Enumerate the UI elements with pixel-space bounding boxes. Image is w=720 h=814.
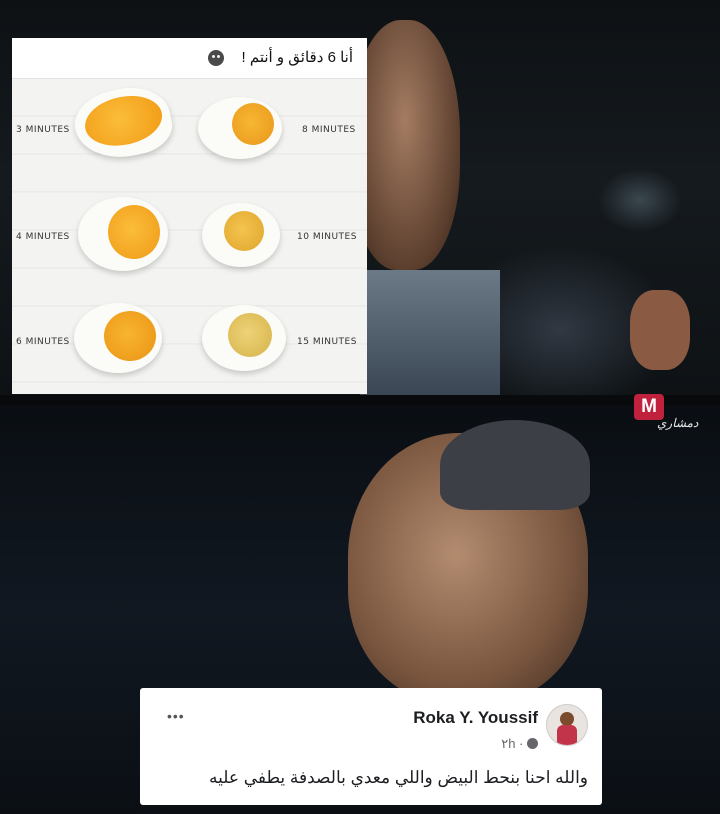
meme-image: M دمشاري أنا 6 دقائق و أنتم ! 3 MINUTES …: [0, 0, 720, 814]
yolk-8min: [232, 103, 274, 145]
comment-author[interactable]: Roka Y. Youssif: [413, 708, 538, 728]
egg-board: 3 MINUTES 8 MINUTES 4 MINUTES 10 MINUTES…: [12, 79, 367, 394]
actor-hand-top: [630, 290, 690, 370]
face-emoji-icon: [208, 50, 224, 66]
time-label-15: 15 MINUTES: [297, 337, 357, 347]
egg-10min: [202, 203, 280, 267]
comment-text: والله احنا بنحط البيض واللي معدي بالصدفة…: [208, 768, 588, 787]
yolk-3min: [80, 89, 167, 153]
egg-chart-post: أنا 6 دقائق و أنتم ! 3 MINUTES 8 MINUTES…: [12, 38, 367, 394]
time-label-3: 3 MINUTES: [16, 125, 70, 135]
logo-letter: M: [641, 396, 657, 417]
meta-separator: ·: [519, 736, 527, 751]
egg-6min: [74, 303, 162, 373]
time-label-8: 8 MINUTES: [302, 125, 356, 135]
globe-icon: [527, 738, 538, 749]
comment-time[interactable]: ٢h: [501, 736, 515, 751]
time-label-10: 10 MINUTES: [297, 232, 357, 242]
egg-4min: [78, 197, 168, 271]
post-caption: أنا 6 دقائق و أنتم !: [241, 49, 353, 66]
logo-text: دمشاري: [657, 416, 699, 430]
time-label-4: 4 MINUTES: [16, 232, 70, 242]
yolk-10min: [224, 211, 264, 251]
egg-15min: [202, 305, 286, 371]
facebook-comment: ••• Roka Y. Youssif ٢h · والله احنا بنحط…: [140, 688, 602, 805]
actor-hair-bottom: [440, 420, 590, 510]
comment-meta: ٢h ·: [501, 736, 538, 752]
egg-8min: [198, 97, 282, 159]
avatar[interactable]: [546, 704, 588, 746]
yolk-6min: [104, 311, 156, 361]
more-options-icon[interactable]: •••: [167, 708, 185, 724]
actor-shirt-top: [360, 270, 500, 395]
panel-divider: [0, 395, 720, 405]
egg-3min: [68, 79, 178, 167]
yolk-15min: [228, 313, 272, 357]
time-label-6: 6 MINUTES: [16, 337, 70, 347]
post-header: أنا 6 دقائق و أنتم !: [12, 38, 367, 79]
yolk-4min: [108, 205, 160, 259]
